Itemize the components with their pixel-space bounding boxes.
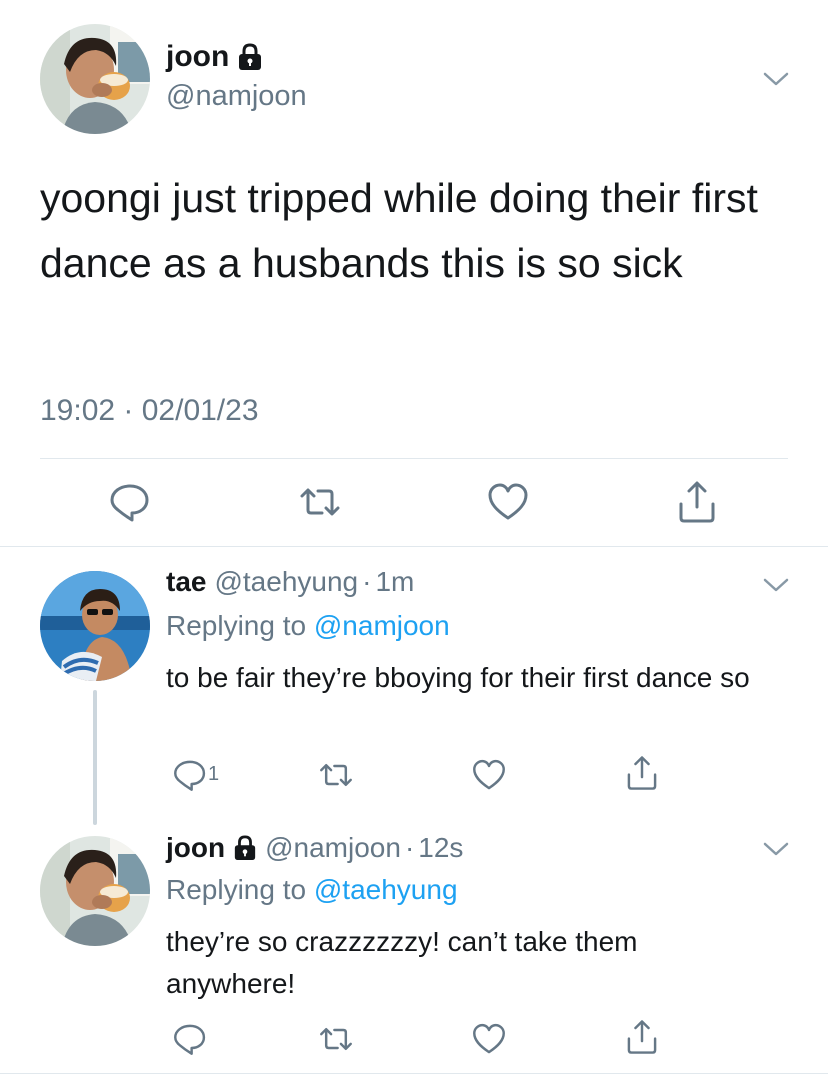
- reply-display-name[interactable]: joon: [166, 832, 225, 864]
- retweet-icon[interactable]: [318, 1021, 354, 1057]
- separator-dot: ·: [404, 832, 415, 863]
- reply-handle[interactable]: @namjoon: [265, 832, 401, 864]
- reply-text: they’re so crazzzzzzy! can’t take them a…: [166, 926, 638, 999]
- reply-icon[interactable]: [108, 480, 152, 524]
- reply-header: tae @taehyung · 1m: [166, 566, 414, 598]
- like-icon[interactable]: [486, 480, 530, 524]
- replying-to-line: Replying to @taehyung: [166, 874, 458, 906]
- divider: [40, 458, 788, 459]
- reply-text: to be fair they’re bboying for their fir…: [166, 662, 750, 693]
- reply-time[interactable]: 1m: [375, 566, 414, 598]
- replying-to-prefix: Replying to: [166, 874, 314, 905]
- reply-icon[interactable]: [172, 1021, 208, 1057]
- main-handle[interactable]: @namjoon: [166, 80, 307, 113]
- reply-icon[interactable]: [172, 757, 208, 793]
- avatar-photo-beach: [40, 571, 150, 681]
- share-icon[interactable]: [675, 480, 719, 524]
- like-icon[interactable]: [471, 757, 507, 793]
- avatar-photo-drinking: [40, 24, 150, 134]
- lock-icon: [234, 835, 256, 860]
- reply-header: joon @namjoon · 12s: [166, 832, 463, 864]
- retweet-icon[interactable]: [298, 480, 342, 524]
- reply-display-name[interactable]: tae: [166, 566, 206, 598]
- separator-dot: ·: [362, 566, 372, 597]
- reply-avatar[interactable]: [40, 571, 150, 681]
- chevron-down-icon[interactable]: [762, 70, 790, 88]
- share-icon[interactable]: [624, 1019, 660, 1055]
- chevron-down-icon[interactable]: [762, 840, 790, 858]
- divider: [0, 1073, 828, 1074]
- replying-to-line: Replying to @namjoon: [166, 610, 450, 642]
- avatar-photo-drinking: [40, 836, 150, 946]
- main-display-name[interactable]: joon: [166, 40, 229, 74]
- divider: [0, 546, 828, 547]
- tweet-thread: joon @namjoon yoongi just tripped while …: [0, 0, 828, 1075]
- replying-to-prefix: Replying to: [166, 610, 314, 641]
- reply-count: 1: [208, 763, 220, 785]
- reply-avatar[interactable]: [40, 836, 150, 946]
- replying-to-mention[interactable]: @namjoon: [314, 610, 450, 641]
- like-icon[interactable]: [471, 1021, 507, 1057]
- main-tweet-avatar[interactable]: [40, 24, 150, 134]
- reply-time[interactable]: 12s: [418, 832, 463, 864]
- replying-to-mention[interactable]: @taehyung: [314, 874, 458, 905]
- share-icon[interactable]: [624, 755, 660, 791]
- chevron-down-icon[interactable]: [762, 576, 790, 594]
- lock-icon: [239, 43, 262, 70]
- reply-handle[interactable]: @taehyung: [214, 566, 358, 598]
- main-display-name-row[interactable]: joon: [166, 40, 263, 74]
- main-tweet-timestamp[interactable]: 19:02 · 02/01/23: [40, 394, 259, 428]
- main-tweet-text: yoongi just tripped while doing their fi…: [40, 175, 758, 286]
- retweet-icon[interactable]: [318, 757, 354, 793]
- thread-connector-line: [93, 690, 97, 825]
